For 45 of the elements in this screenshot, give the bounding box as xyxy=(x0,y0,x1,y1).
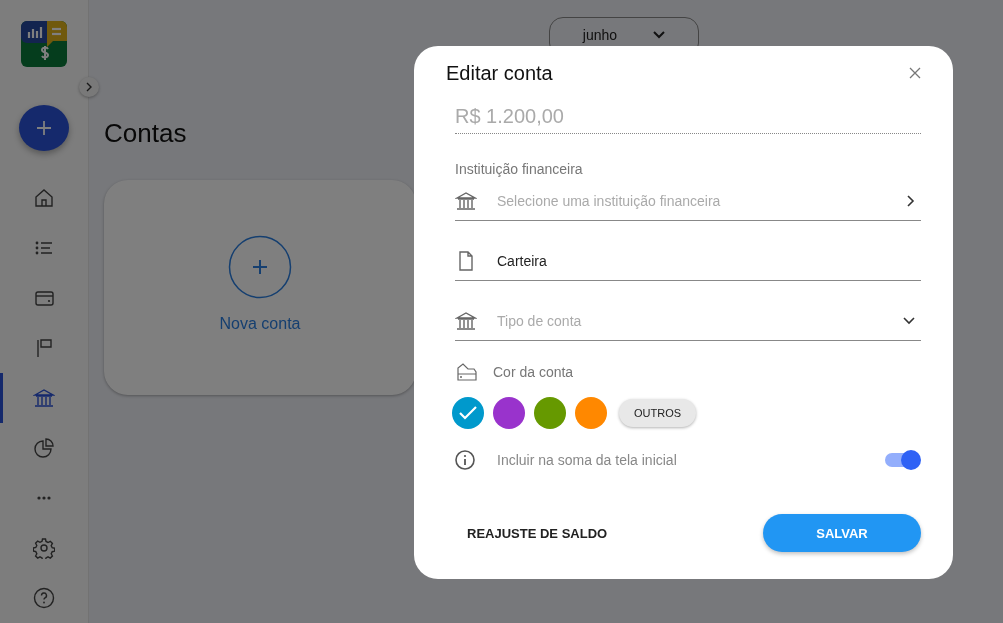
close-icon xyxy=(909,67,921,79)
palette-icon xyxy=(457,363,477,381)
color-swatch[interactable] xyxy=(493,397,525,429)
add-button[interactable] xyxy=(19,105,69,151)
close-button[interactable] xyxy=(908,66,922,80)
dialog-title: Editar conta xyxy=(446,61,553,85)
pie-icon xyxy=(33,437,55,459)
color-swatch[interactable] xyxy=(575,397,607,429)
help-icon xyxy=(33,587,55,609)
save-button[interactable]: SALVAR xyxy=(763,514,921,552)
placeholder: Selecione uma instituição financeira xyxy=(497,193,722,209)
info-icon xyxy=(455,450,475,470)
more-icon xyxy=(37,496,51,500)
balance-adjust-button[interactable]: REAJUSTE DE SALDO xyxy=(455,515,620,551)
settings-icon xyxy=(33,537,55,559)
bank-icon xyxy=(455,190,477,212)
bank-icon xyxy=(33,387,55,409)
toggle-switch[interactable] xyxy=(885,450,921,470)
home-icon xyxy=(33,187,55,209)
more-colors-button[interactable]: OUTROS xyxy=(619,399,697,427)
logo-icon xyxy=(21,21,67,67)
card-label: Nova conta xyxy=(219,314,301,333)
color-swatch[interactable] xyxy=(452,397,484,429)
chevron-right-icon xyxy=(85,82,93,92)
field-label: Instituição financeira xyxy=(455,161,584,179)
expand-button[interactable] xyxy=(79,77,99,97)
new-account-card[interactable]: Nova conta xyxy=(104,180,416,395)
plus-icon xyxy=(36,120,52,136)
bank-icon xyxy=(455,310,477,332)
add-circle-icon xyxy=(228,234,292,299)
amount-field[interactable]: R$ 1.200,00 xyxy=(455,104,921,134)
page-title: Contas xyxy=(104,117,187,149)
month-label: junho xyxy=(582,27,618,43)
caret-icon xyxy=(903,317,915,325)
toggle-label: Incluir na soma da tela inicial xyxy=(497,452,678,468)
input-field[interactable]: Carteira xyxy=(455,242,921,281)
field-value: Carteira xyxy=(497,253,548,269)
color-swatch[interactable] xyxy=(534,397,566,429)
select-field[interactable]: Tipo de conta xyxy=(455,302,921,341)
caret-icon xyxy=(653,31,666,39)
chevron-right-icon xyxy=(905,195,915,207)
placeholder: Tipo de conta xyxy=(497,313,583,329)
color-label: Cor da conta xyxy=(493,364,574,380)
select-field[interactable]: Selecione uma instituição financeira xyxy=(455,182,921,221)
checkmark-icon xyxy=(459,406,477,420)
